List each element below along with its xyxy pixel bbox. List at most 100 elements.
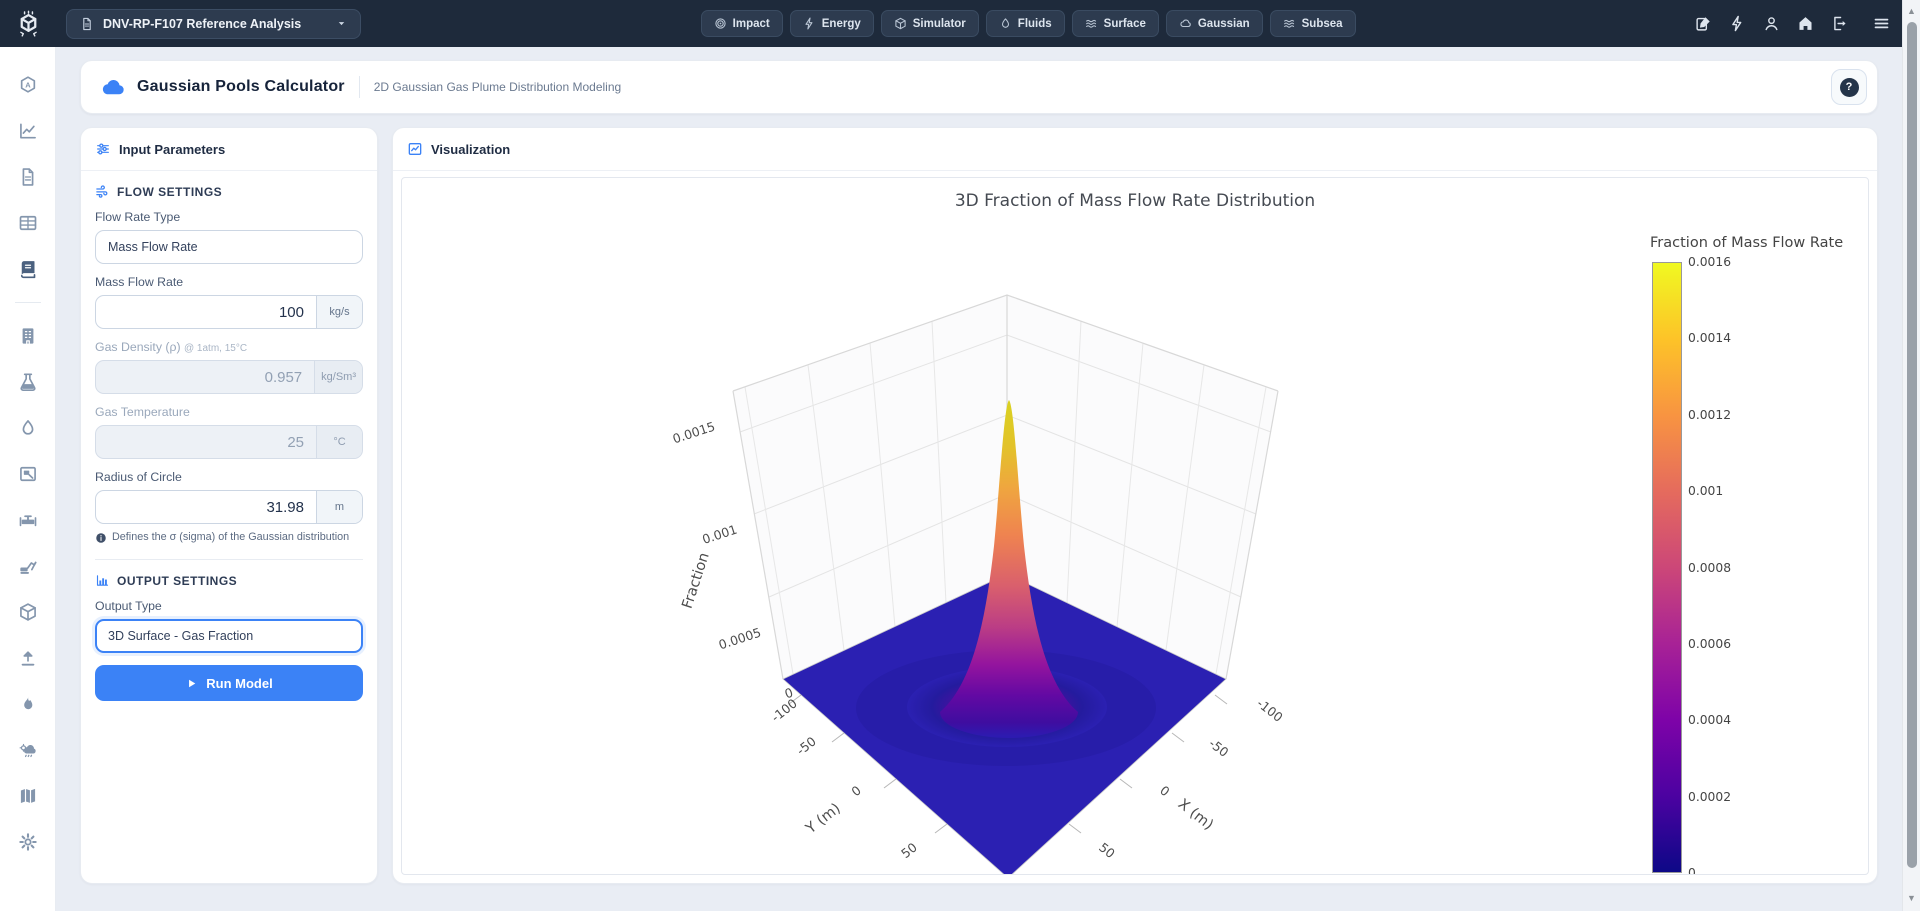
menu-icon	[1873, 15, 1890, 32]
svg-text:0.001: 0.001	[700, 522, 739, 547]
sidebar-item-building[interactable]	[10, 318, 46, 354]
scrollbar-thumb[interactable]	[1907, 22, 1917, 868]
play-icon	[185, 677, 198, 690]
nav-tab-fluids[interactable]: Fluids	[986, 10, 1065, 37]
valve-icon	[18, 510, 38, 530]
sidebar-item-file[interactable]	[10, 159, 46, 195]
logo-cube-icon	[15, 10, 42, 37]
radius-field: 31.98 m	[95, 490, 363, 524]
flame-icon	[18, 694, 38, 714]
menu-button[interactable]	[1873, 15, 1890, 32]
mass-flow-rate-label: Mass Flow Rate	[95, 275, 363, 289]
sidebar-item-gear[interactable]	[10, 824, 46, 860]
sidebar-item-table[interactable]	[10, 205, 46, 241]
input-parameters-header: Input Parameters	[81, 128, 377, 171]
output-type-select[interactable]: 3D Surface - Gas Fraction	[95, 619, 363, 653]
nav-tab-subsea[interactable]: Subsea	[1270, 10, 1356, 37]
colorbar-title: Fraction of Mass Flow Rate	[1650, 235, 1843, 251]
edit-icon	[1695, 15, 1712, 32]
user-button[interactable]	[1763, 15, 1780, 32]
plot-area[interactable]: 3D Fraction of Mass Flow Rate Distributi…	[401, 177, 1869, 875]
app-logo	[0, 10, 56, 37]
main-content: Gaussian Pools Calculator 2D Gaussian Ga…	[56, 47, 1902, 911]
visualization-title: Visualization	[431, 142, 510, 157]
run-model-button[interactable]: Run Model	[95, 665, 363, 701]
mass-flow-rate-field: 100 kg/s	[95, 295, 363, 329]
colorbar-tick: 0.0012	[1688, 408, 1731, 422]
x-axis-title: X (m)	[1175, 796, 1216, 833]
surface-3d-plot[interactable]: 0.0015 0.001 0.0005 0 Fraction -100 -50 …	[518, 236, 1358, 875]
line-chart-icon	[18, 121, 38, 141]
mass-flow-rate-input[interactable]: 100	[96, 296, 316, 328]
nav-tab-energy[interactable]: Energy	[790, 10, 874, 37]
project-selector[interactable]: DNV-RP-F107 Reference Analysis	[66, 9, 361, 39]
vertical-scrollbar[interactable]: ▲ ▼	[1902, 0, 1920, 911]
svg-text:0: 0	[1157, 783, 1173, 800]
nav-tab-simulator[interactable]: Simulator	[881, 10, 979, 37]
home-button[interactable]	[1797, 15, 1814, 32]
gas-density-input: 0.957	[96, 361, 314, 393]
z-axis-title: Fraction	[680, 551, 713, 611]
waves-icon	[1283, 17, 1296, 30]
help-icon: ?	[1840, 78, 1859, 97]
nav-tab-gaussian[interactable]: Gaussian	[1166, 10, 1263, 37]
flow-rate-type-select[interactable]: Mass Flow Rate	[95, 230, 363, 264]
gas-temperature-input: 25	[96, 426, 316, 458]
header-divider	[359, 76, 360, 98]
sidebar-item-valve[interactable]	[10, 502, 46, 538]
colorbar-tick: 0.0004	[1688, 713, 1731, 727]
radius-label: Radius of Circle	[95, 470, 363, 484]
radius-input[interactable]: 31.98	[96, 491, 316, 523]
gas-temperature-unit: °C	[316, 426, 362, 458]
y-axis-title: Y (m)	[802, 801, 843, 838]
excavator-icon	[18, 556, 38, 576]
gas-temperature-field: 25 °C	[95, 425, 363, 459]
sidebar-item-image[interactable]	[10, 456, 46, 492]
building-icon	[18, 326, 38, 346]
chart-title: 3D Fraction of Mass Flow Rate Distributi…	[402, 191, 1868, 211]
output-type-label: Output Type	[95, 599, 363, 613]
book-icon	[18, 259, 38, 279]
sign-out-icon	[1831, 15, 1848, 32]
page-header-card: Gaussian Pools Calculator 2D Gaussian Ga…	[80, 60, 1878, 114]
colorbar	[1652, 262, 1682, 873]
colorbar-tick: 0.0008	[1688, 561, 1731, 575]
sidebar-item-flame[interactable]	[10, 686, 46, 722]
help-button[interactable]: ?	[1831, 69, 1867, 105]
sidebar-item-upload[interactable]	[10, 640, 46, 676]
colorbar-tick: 0.0006	[1688, 637, 1731, 651]
nav-tab-impact[interactable]: Impact	[701, 10, 783, 37]
sidebar-item-excavator[interactable]	[10, 548, 46, 584]
sidebar-item-line-chart[interactable]	[10, 113, 46, 149]
sidebar-item-flask[interactable]	[10, 364, 46, 400]
page-subtitle: 2D Gaussian Gas Plume Distribution Model…	[374, 80, 621, 94]
info-icon	[95, 532, 107, 544]
nav-tab-surface[interactable]: Surface	[1072, 10, 1159, 37]
sidebar-item-weather[interactable]	[10, 732, 46, 768]
flow-settings-heading: FLOW SETTINGS	[95, 184, 363, 199]
scroll-down-icon[interactable]: ▼	[1903, 893, 1920, 903]
svg-text:-50: -50	[1206, 736, 1231, 760]
section-divider	[95, 559, 363, 560]
sidebar-item-book[interactable]	[10, 251, 46, 287]
colorbar-tick: 0.0014	[1688, 331, 1731, 345]
sidebar-item-droplet[interactable]	[10, 410, 46, 446]
flow-rate-type-label: Flow Rate Type	[95, 210, 363, 224]
sign-out-button[interactable]	[1831, 15, 1848, 32]
edit-button[interactable]	[1695, 15, 1712, 32]
gear-icon	[18, 832, 38, 852]
scroll-up-icon[interactable]: ▲	[1903, 6, 1920, 16]
gas-density-field: 0.957 kg/Sm³	[95, 360, 363, 394]
bolt-button[interactable]	[1729, 15, 1746, 32]
svg-text:0.0015: 0.0015	[671, 419, 717, 447]
sidebar-item-hex-badge[interactable]: A	[10, 67, 46, 103]
gas-density-condition: @ 1atm, 15°C	[184, 343, 247, 354]
file-icon	[18, 167, 38, 187]
sidebar-item-cube[interactable]	[10, 594, 46, 630]
svg-text:-50: -50	[794, 734, 819, 758]
sliders-icon	[95, 141, 111, 157]
cloud-icon	[99, 74, 126, 101]
mass-flow-rate-unit: kg/s	[316, 296, 362, 328]
hex-badge-icon: A	[18, 75, 38, 95]
sidebar-item-map[interactable]	[10, 778, 46, 814]
